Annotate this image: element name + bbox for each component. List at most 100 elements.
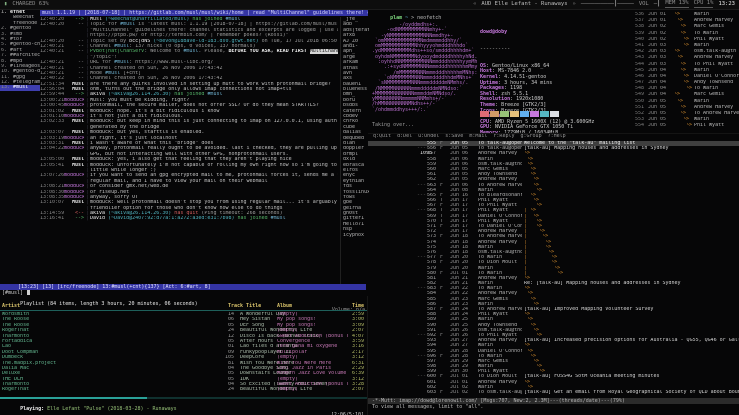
chat-segment: on Tue, 17 Jul 2018 06:50:23 xyxy=(258,38,338,44)
chat-segment: (~David@2407:92:d77a:1:a272:a3ed:e31:7b9… xyxy=(105,216,235,222)
prompt-user: plam xyxy=(390,15,403,22)
mail-number: 548 xyxy=(634,86,644,92)
mutt-message-index: 555FJun 05To talk-au@openstWelcome to th… xyxy=(368,141,739,397)
thread-tree: └> xyxy=(674,104,687,110)
mail-date: Jun 04 xyxy=(648,73,667,79)
chat-segment: anyway, protonmail really ought to be av… xyxy=(90,146,337,152)
buffer-name: ##architect xyxy=(7,53,40,59)
prompt-command: > neofetch xyxy=(411,15,442,22)
chat-segment: : 137 nicks (0 ops, 0 voices, 137 normal… xyxy=(129,43,256,49)
buffer-name: #gentoo-chat xyxy=(10,42,40,48)
playing-track: Elle Lefant "Pulse" (2018-03-28) - Runaw… xyxy=(44,406,177,413)
thread-tree: └> xyxy=(674,92,681,98)
music-player-pane: Playlist (84 items, length 3 hours, 20 m… xyxy=(0,296,368,415)
chat-segment: #musl xyxy=(270,216,286,222)
weechat-topic-bar: musl 1.1.19 | [2018-07-18] | https://git… xyxy=(40,10,368,16)
chat-segment: #musl xyxy=(114,60,130,66)
neofetch-underline: ---------- xyxy=(480,45,511,52)
mail-date: Jun 03 xyxy=(648,55,667,61)
color-swatch xyxy=(540,111,549,117)
color-swatch xyxy=(550,111,559,117)
chat-segment: Channel xyxy=(90,43,115,49)
weechat-nicklist: _jfe_adbads|teratedafx8AJ_Z0andi-aph_arg… xyxy=(340,17,369,284)
thread-tree: └> xyxy=(674,55,684,61)
mail-from: Warin xyxy=(694,12,710,17)
mail-date: Jun 02 xyxy=(648,24,667,30)
mail-row[interactable]: 603 F Jul 02 To osm.talk-au@th[talk-au] Get… xyxy=(368,390,739,395)
mail-from: To Andrew Harve xyxy=(694,111,739,116)
chat-segment: i wasn't aware of what this "bridge" doe… xyxy=(90,140,214,146)
thread-tree: └> xyxy=(674,73,690,79)
buffer-name: #lineageos xyxy=(7,63,40,69)
mail-from: Warin xyxy=(694,117,710,123)
terminal-screen: ▮ CHARGED 63% « AUD Elle Lefant - Runawa… xyxy=(0,0,739,415)
mail-date: Jun 05 xyxy=(648,123,667,129)
chat-segment: "/topic"! xyxy=(90,54,118,60)
mail-number: 550 xyxy=(634,98,644,104)
mail-date: Jun 05 xyxy=(648,111,667,116)
prev-track-icon[interactable]: « xyxy=(473,1,476,7)
chat-segment: akiva xyxy=(90,92,106,98)
track-progress-slider[interactable]: ──────────┃───── xyxy=(581,1,634,7)
player-progress-fill xyxy=(0,397,147,399)
mail-number: 536 xyxy=(634,12,644,17)
thread-tree: └> xyxy=(674,67,687,73)
mail-from: Marc Gemis xyxy=(694,92,725,98)
mail-from: To Phil Wyatt xyxy=(694,61,734,67)
mail-number: 603 xyxy=(426,390,436,395)
thread-tree: └> xyxy=(674,111,687,116)
track-album: (empty) xyxy=(277,387,299,393)
thread-tree: └> xyxy=(674,117,690,123)
buffer-number: 13. xyxy=(1,85,11,91)
mail-number: 542 xyxy=(634,49,644,55)
chat-segment: has joined xyxy=(171,92,208,98)
buffer-name: #gpg xyxy=(10,74,26,80)
mail-date: Jun 05 xyxy=(648,98,667,104)
nick-item[interactable]: icyphox xyxy=(343,233,369,238)
mail-number: 538 xyxy=(634,24,644,30)
chat-segment: #musl xyxy=(183,49,199,55)
next-track-icon[interactable]: » xyxy=(573,1,576,7)
chat-segment: or consider gmx.net/web.de xyxy=(90,184,169,190)
chat-segment: little while longer :) xyxy=(90,167,157,173)
chat-segment: or riseup.net xyxy=(90,189,130,195)
buffer-number xyxy=(1,15,10,20)
player-progress-bar[interactable] xyxy=(0,397,367,399)
now-playing-title: AUD Elle Lefant - Runaways xyxy=(481,0,568,7)
mail-from: To Warin xyxy=(694,86,719,92)
chat-segment: if you want to send an gpg encrypted mai… xyxy=(90,173,338,179)
mail-mini-row[interactable]: 554 Jun 05 └> Phil Wyatt xyxy=(632,123,739,129)
mail-from: Warin xyxy=(694,98,710,104)
mail-date: Jun 04 xyxy=(648,92,667,98)
neofetch-fields: OS: Gentoo/Linux x86_64 Host: MS-7846 2.0… xyxy=(480,63,594,133)
buffer-name: efnet xyxy=(7,10,26,15)
volume-slider[interactable]: ─┃ xyxy=(654,1,661,7)
playlist-header: Playlist (84 items, length 3 hours, 20 m… xyxy=(2,297,365,313)
chat-segment: "MultiChannel" guidelines there! channel… xyxy=(90,27,338,33)
color-swatch xyxy=(510,111,519,117)
gentoo-logo-ascii: -/oyddmdhs+:. -odNMMMMMMMMNNmhy+-` -yNMM… xyxy=(372,22,478,113)
track-row[interactable]: RogerThat 24 Beautiful Wonderful Life (empt… xyxy=(0,387,367,392)
mail-date: Jun 02 xyxy=(648,36,667,42)
chat-segment: modduck: yes, i also get that feeling th… xyxy=(90,157,292,163)
chat-segment: : https://www.musl-libc.org/ xyxy=(129,60,214,66)
chat-segment: GPG, but not interacting well with other… xyxy=(90,151,289,157)
chat-segment: #musl xyxy=(120,22,136,28)
mail-from: Phil Wyatt xyxy=(694,123,725,129)
chat-segment: it's not just a bit ridiculous. xyxy=(90,114,184,120)
chat-segment: #musl xyxy=(207,92,223,98)
buffer-item[interactable]: 13. #musl xyxy=(0,85,40,91)
top-status-bar: ▮ CHARGED 63% « AUD Elle Lefant - Runawa… xyxy=(0,0,739,10)
buffer-name: #art xyxy=(7,47,23,53)
chat-segment: regular mail, and I have to view your ma… xyxy=(90,178,268,184)
mail-number: 545 xyxy=(634,67,644,73)
buffer-number: 12. xyxy=(1,80,11,86)
mail-number: 539 xyxy=(634,30,644,36)
mail-date: Jun 03 xyxy=(648,49,667,55)
thread-tree: └> xyxy=(674,86,693,92)
chat-segment: protonmail, the secure mailer, does not … xyxy=(90,103,319,109)
mail-date: Jun 04 xyxy=(648,86,667,92)
chat-line: 13:16:41 --> │ David (~David@2407:92:d77a:1… xyxy=(40,216,338,221)
chat-segment: is "latest musl: 1.1.19 [2018-07-18] | h… xyxy=(138,22,338,28)
mail-number: 543 xyxy=(634,55,644,61)
